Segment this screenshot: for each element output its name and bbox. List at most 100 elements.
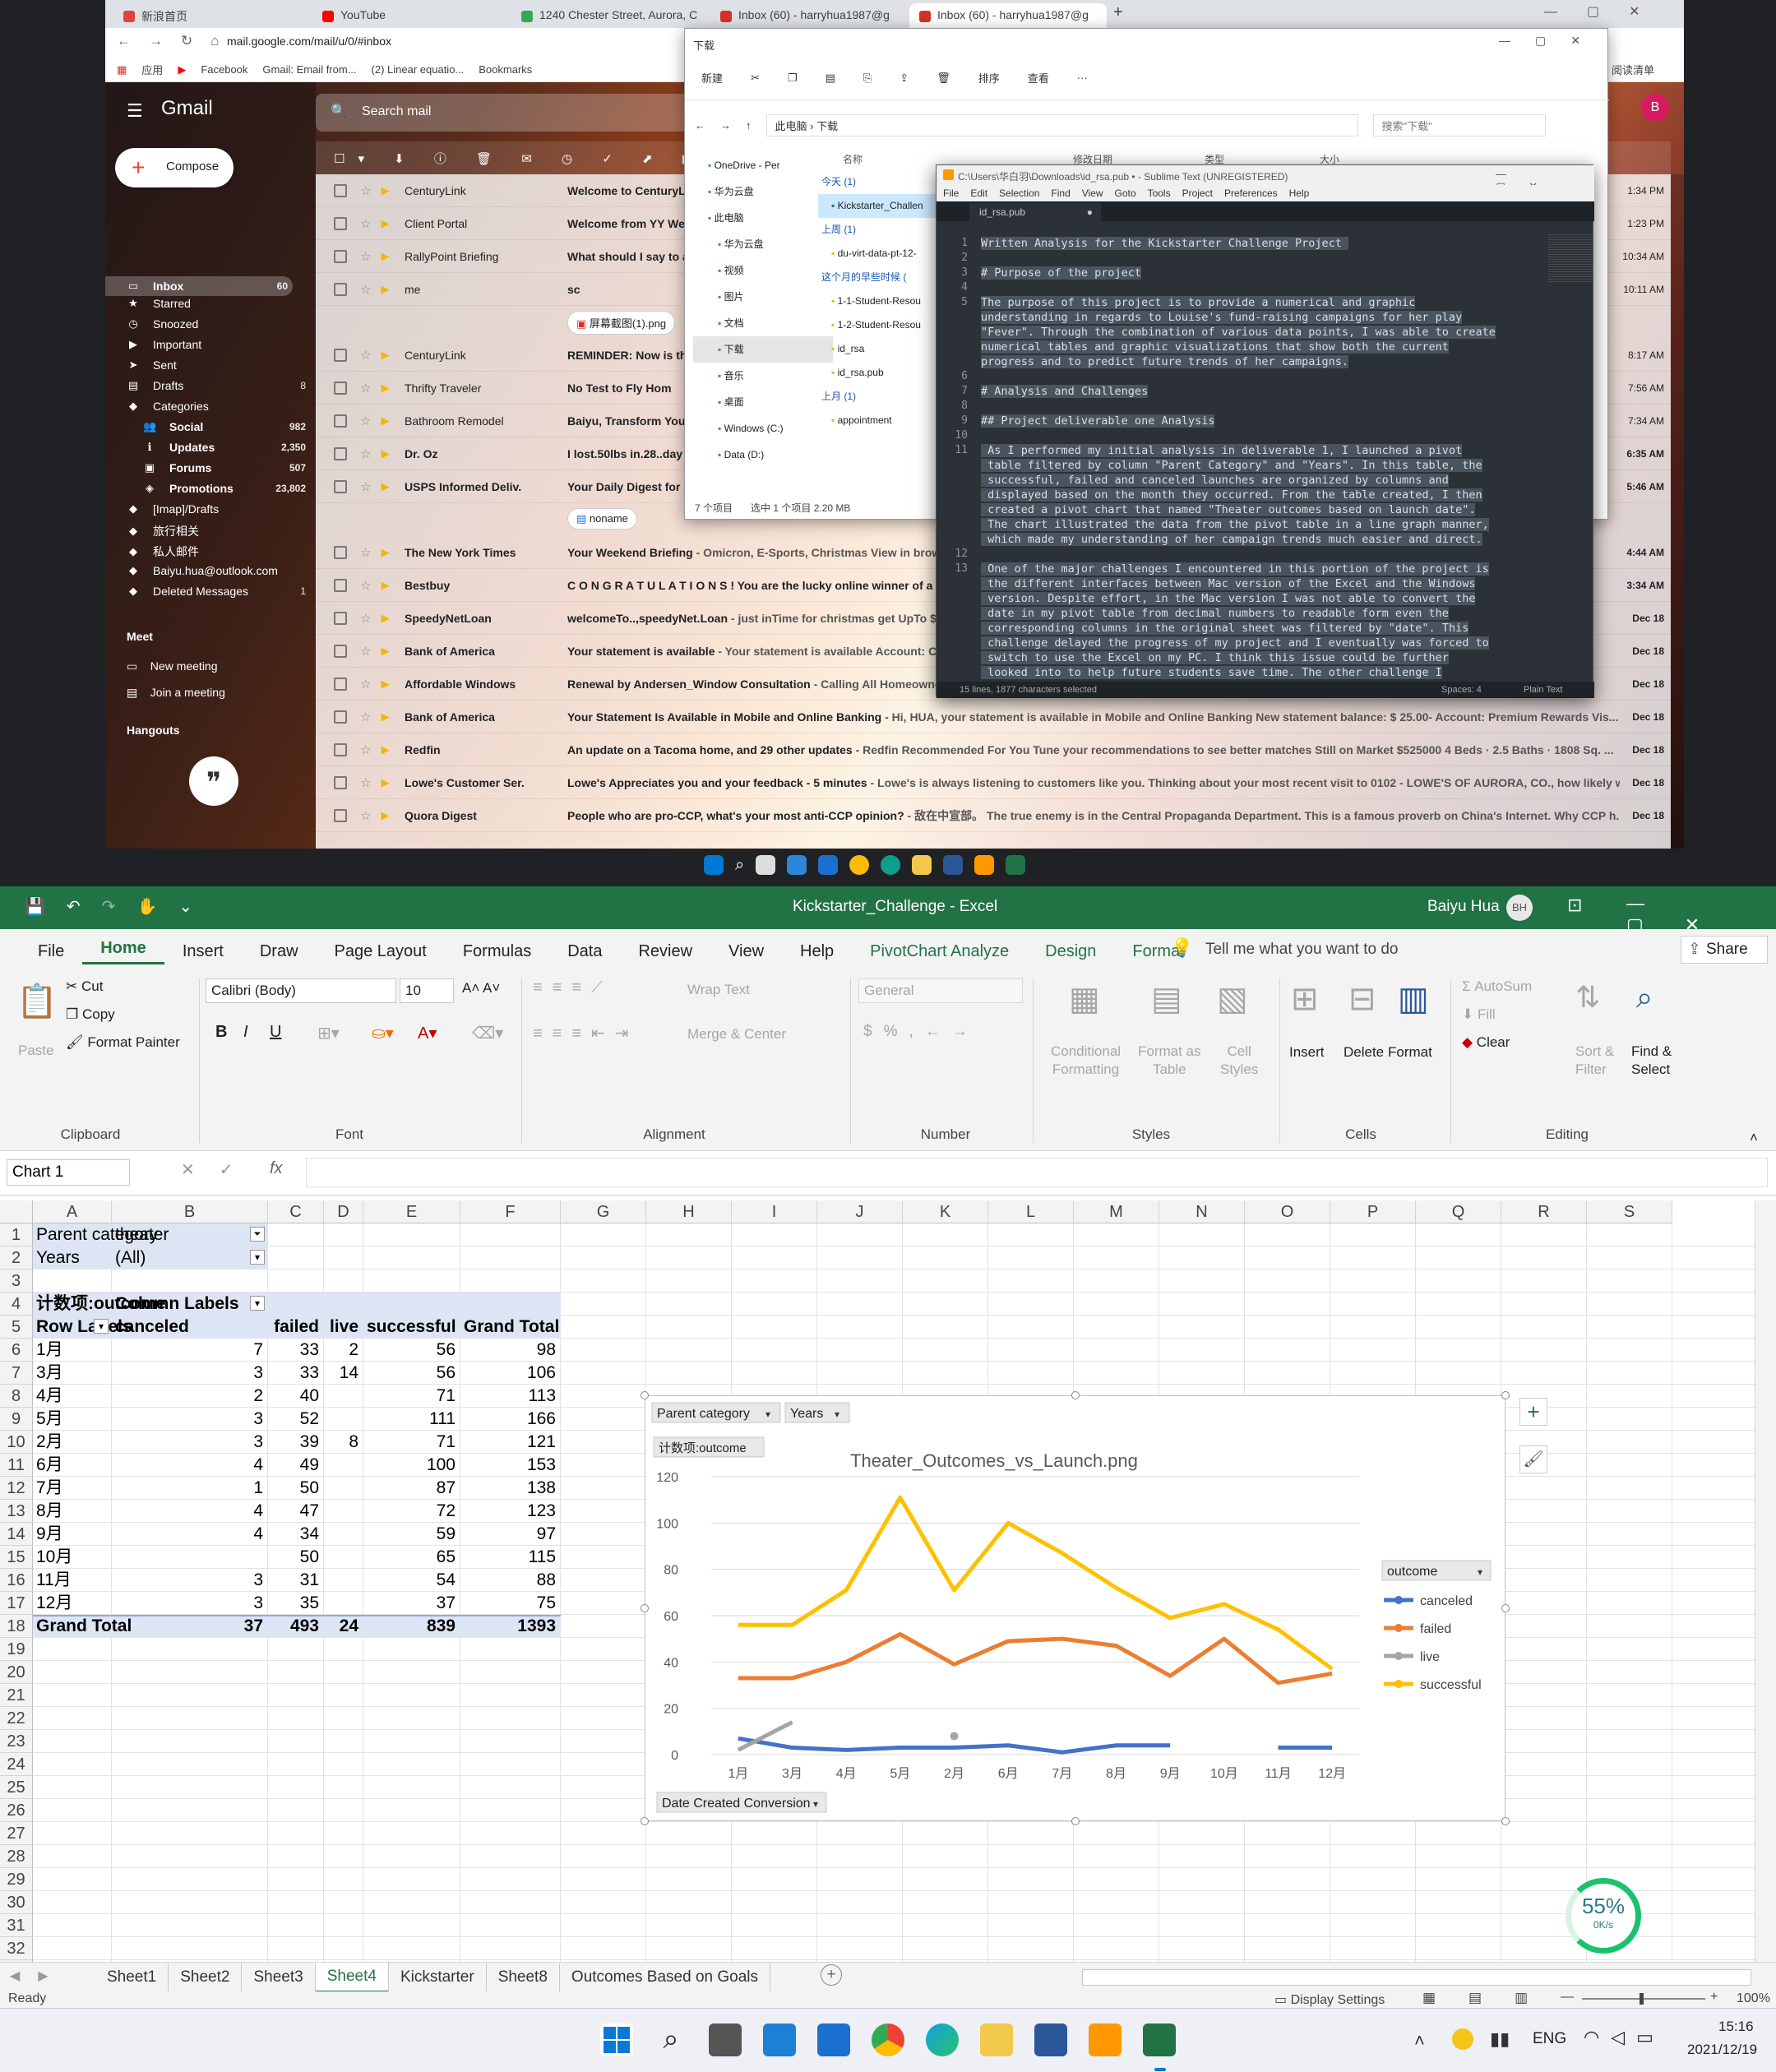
scrollbar[interactable] — [1671, 174, 1684, 849]
pivot-cell[interactable]: 8 — [327, 1431, 363, 1454]
row-header[interactable]: 27 — [0, 1822, 33, 1845]
important-icon[interactable]: ▶ — [381, 349, 389, 362]
excel-icon[interactable] — [1143, 2023, 1176, 2056]
row-header[interactable]: 20 — [0, 1661, 33, 1684]
email-row[interactable]: ☆ ▶ Lowe's Customer Ser. Lowe's Appreciates… — [316, 766, 1671, 799]
user-avatar[interactable]: BH — [1506, 895, 1533, 921]
row-header[interactable]: 23 — [0, 1730, 33, 1753]
pivot-cell[interactable]: 34 — [271, 1523, 324, 1546]
column-header[interactable]: G — [561, 1200, 646, 1223]
nav-buttons[interactable]: ←→↻⌂ — [117, 33, 238, 49]
clear-button[interactable]: ◆ Clear — [1462, 1034, 1510, 1051]
delete-icon[interactable]: 🗑 — [937, 72, 950, 85]
pivot-cell[interactable]: 123 — [464, 1500, 561, 1523]
pivot-cell[interactable]: 166 — [464, 1408, 561, 1431]
pivot-cell[interactable]: 2 — [327, 1339, 363, 1362]
zoom-in-icon[interactable]: + — [1710, 1990, 1718, 2005]
pivot-cell[interactable]: 100 — [367, 1454, 460, 1477]
row-header[interactable]: 31 — [0, 1914, 33, 1937]
browser-tab[interactable]: 新浪首页 — [113, 3, 311, 28]
clock-date[interactable]: 2021/12/19 — [1687, 2042, 1757, 2058]
filter-dropdown-icon[interactable]: ▾ — [250, 1250, 265, 1265]
pivot-cell[interactable]: 49 — [271, 1454, 324, 1477]
chart-elements-button[interactable]: + — [1519, 1398, 1547, 1426]
star-icon[interactable]: ☆ — [360, 282, 371, 297]
bold-button[interactable]: B — [215, 1023, 227, 1042]
menu-item[interactable]: File — [943, 187, 959, 199]
star-icon[interactable]: ☆ — [360, 249, 371, 264]
menu-icon[interactable]: ☰ — [127, 100, 143, 122]
find-icon[interactable]: ⌕ — [1636, 980, 1653, 1015]
view-button[interactable]: 查看 — [1028, 70, 1049, 86]
star-icon[interactable]: ☆ — [360, 381, 371, 395]
select-checkbox[interactable] — [334, 742, 347, 756]
column-labels-dropdown-icon[interactable]: ▾ — [250, 1296, 265, 1311]
pivot-cell[interactable]: 97 — [464, 1523, 561, 1546]
mail-icon[interactable] — [818, 855, 839, 875]
select-checkbox[interactable] — [334, 677, 347, 691]
row-header[interactable]: 28 — [0, 1845, 33, 1868]
pivot-cell[interactable]: 1月 — [36, 1339, 112, 1362]
select-checkbox[interactable] — [334, 775, 347, 789]
ribbon-tab[interactable]: File — [20, 942, 82, 961]
minimap[interactable] — [1548, 234, 1593, 284]
pivot-cell[interactable]: 121 — [464, 1431, 561, 1454]
row-header[interactable]: 22 — [0, 1707, 33, 1730]
pivot-cell[interactable]: 115 — [464, 1546, 561, 1569]
pivot-cell[interactable]: successful — [367, 1316, 460, 1339]
cell-styles-icon[interactable]: ▧ — [1217, 980, 1248, 1018]
row-header[interactable]: 16 — [0, 1569, 33, 1592]
sheet-tab[interactable]: Outcomes Based on Goals — [560, 1963, 770, 1991]
important-icon[interactable]: ▶ — [381, 382, 389, 395]
window-controls[interactable]: —▢✕ — [1499, 34, 1605, 48]
select-checkbox[interactable] — [334, 578, 347, 592]
star-icon[interactable]: ☆ — [360, 545, 371, 560]
pivot-cell[interactable]: Parent category — [36, 1223, 158, 1246]
email-row[interactable]: ☆ ▶ Quora Digest People who are pro-CCP, wh… — [316, 799, 1671, 832]
path-bar[interactable]: 此电脑 › 下载 — [765, 114, 1358, 136]
pivot-cell[interactable]: 4月 — [36, 1385, 112, 1408]
explorer-nav-item[interactable]: ▪ 下载 — [693, 336, 833, 363]
pivot-cell[interactable]: 56 — [367, 1362, 460, 1385]
pivot-cell[interactable]: Grand Total — [36, 1615, 132, 1638]
chart-title[interactable]: Theater_Outcomes_vs_Launch.png — [850, 1450, 1138, 1471]
pivot-cell[interactable]: 138 — [464, 1477, 561, 1500]
reading-list[interactable]: 阅读清单 — [1612, 62, 1654, 77]
font-color-icon[interactable]: A▾ — [418, 1023, 437, 1043]
legend-label[interactable]: failed — [1420, 1622, 1451, 1636]
star-icon[interactable]: ☆ — [360, 611, 371, 626]
row-header[interactable]: 3 — [0, 1270, 33, 1293]
row-header[interactable]: 25 — [0, 1776, 33, 1799]
sidebar-item[interactable]: ◆ Categories — [127, 400, 311, 413]
sheet-tab[interactable]: Sheet4 — [315, 1962, 389, 1993]
sidebar-item[interactable]: ➤ Sent — [127, 358, 311, 372]
pivot-cell[interactable]: 72 — [367, 1500, 460, 1523]
file-item[interactable]: ▪ 1-1-Student-Resou — [818, 289, 941, 313]
search-icon[interactable]: ⌕ — [735, 856, 744, 875]
browser-tab[interactable]: 1240 Chester Street, Aurora, C — [511, 3, 709, 28]
row-labels-dropdown-icon[interactable]: ▾ — [94, 1319, 109, 1334]
chrome-icon[interactable] — [849, 855, 870, 875]
resize-handle[interactable] — [1501, 1817, 1510, 1825]
wifi-sound-battery-icons[interactable]: ◠◁▭ — [1584, 2027, 1665, 2048]
row-header[interactable]: 24 — [0, 1753, 33, 1776]
underline-button[interactable]: U — [270, 1023, 281, 1042]
bookmark-item[interactable]: Bookmarks — [479, 63, 532, 76]
star-icon[interactable]: ☆ — [360, 808, 371, 823]
format-cells-icon[interactable]: ▥ — [1398, 980, 1429, 1018]
star-icon[interactable]: ☆ — [360, 677, 371, 691]
email-row[interactable]: ☆ ▶ Redfin An update on a Tacoma home, and … — [316, 733, 1671, 766]
explorer-nav-item[interactable]: ▪ 图片 — [693, 284, 833, 310]
pivot-cell[interactable]: 8月 — [36, 1500, 112, 1523]
important-icon[interactable]: ▶ — [381, 678, 389, 691]
row-header[interactable]: 18 — [0, 1615, 33, 1638]
sidebar-item[interactable]: ▣ Forums 507 — [143, 461, 311, 474]
sidebar-item[interactable]: ◆ 旅行相关 — [127, 523, 311, 539]
ribbon-tab[interactable]: PivotChart Analyze — [852, 942, 1027, 961]
pivot-cell[interactable] — [327, 1523, 363, 1546]
important-icon[interactable]: ▶ — [381, 579, 389, 592]
folder-icon[interactable] — [980, 2023, 1013, 2056]
sheet-tab[interactable]: Kickstarter — [389, 1963, 487, 1991]
file-tab[interactable]: id_rsa.pub ● — [969, 203, 1101, 221]
new-button[interactable]: 新建 — [701, 70, 723, 86]
